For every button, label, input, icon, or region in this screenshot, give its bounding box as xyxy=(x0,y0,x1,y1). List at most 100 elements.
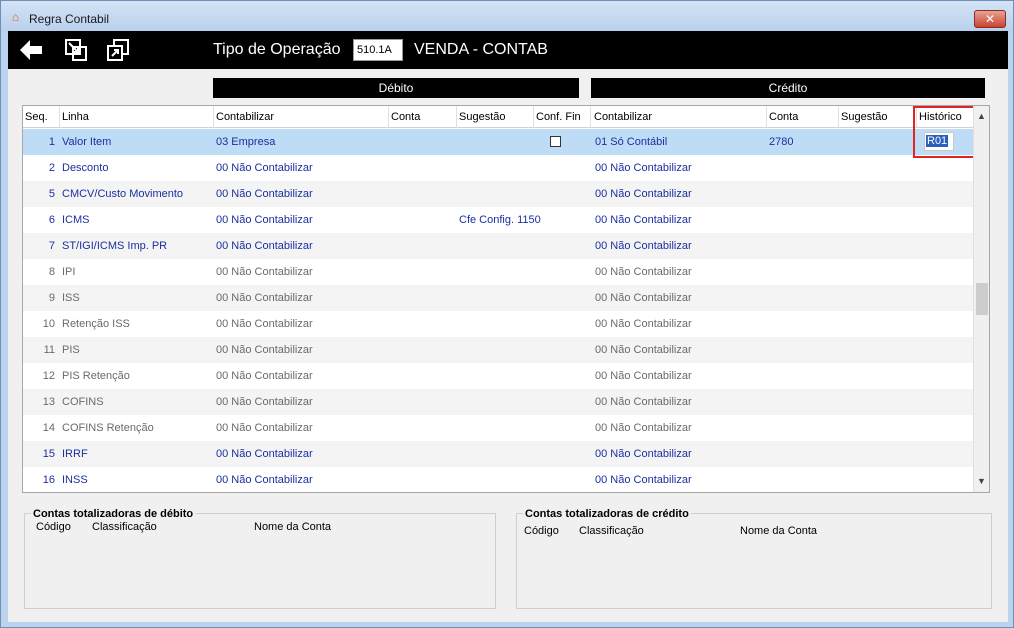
client-area: Tipo de Operação 510.1A VENDA - CONTAB D… xyxy=(8,31,1008,622)
debit-totals-title: Contas totalizadoras de débito xyxy=(31,508,196,520)
column-divider xyxy=(213,106,214,128)
column-divider xyxy=(59,106,60,128)
col-credit-sugestao[interactable]: Sugestão xyxy=(841,111,887,123)
table-row[interactable]: 1 Valor Item 03 Empresa 01 Só Contábil 2… xyxy=(23,129,973,155)
col-debit-contabilizar[interactable]: Contabilizar xyxy=(216,111,274,123)
row-credit-contabilizar[interactable]: 00 Não Contabilizar xyxy=(595,448,692,460)
row-debit-contabilizar[interactable]: 03 Empresa xyxy=(216,136,275,148)
toolbar: Tipo de Operação 510.1A VENDA - CONTAB xyxy=(8,31,1008,69)
row-linha: Retenção ISS xyxy=(62,318,130,330)
column-divider xyxy=(388,106,389,128)
debit-totals-col-classificacao: Classificação xyxy=(92,521,157,533)
row-debit-contabilizar[interactable]: 00 Não Contabilizar xyxy=(216,370,313,382)
row-credit-contabilizar[interactable]: 00 Não Contabilizar xyxy=(595,266,692,278)
rules-grid: Seq. Linha Contabilizar Conta Sugestão C… xyxy=(22,105,990,493)
row-linha: Desconto xyxy=(62,162,109,174)
row-debit-contabilizar[interactable]: 00 Não Contabilizar xyxy=(216,448,313,460)
export-icon[interactable] xyxy=(63,37,89,63)
table-row[interactable]: 10 Retenção ISS 00 Não Contabilizar 00 N… xyxy=(23,311,973,337)
row-linha: ISS xyxy=(62,292,80,304)
table-row[interactable]: 9 ISS 00 Não Contabilizar 00 Não Contabi… xyxy=(23,285,973,311)
title-bar: ⌂ Regra Contabil ✕ xyxy=(1,1,1013,31)
row-credit-contabilizar[interactable]: 00 Não Contabilizar xyxy=(595,292,692,304)
historico-highlight-box xyxy=(913,106,981,158)
row-debit-contabilizar[interactable]: 00 Não Contabilizar xyxy=(216,266,313,278)
row-credit-contabilizar[interactable]: 00 Não Contabilizar xyxy=(595,474,692,486)
row-seq: 5 xyxy=(48,188,55,200)
row-debit-contabilizar[interactable]: 00 Não Contabilizar xyxy=(216,162,313,174)
row-debit-contabilizar[interactable]: 00 Não Contabilizar xyxy=(216,214,313,226)
row-credit-contabilizar[interactable]: 00 Não Contabilizar xyxy=(595,162,692,174)
row-seq: 8 xyxy=(48,266,55,278)
close-button[interactable]: ✕ xyxy=(974,10,1006,28)
back-arrow-icon[interactable] xyxy=(18,37,44,63)
col-conf-fin[interactable]: Conf. Fin xyxy=(536,111,581,123)
table-row[interactable]: 14 COFINS Retenção 00 Não Contabilizar 0… xyxy=(23,415,973,441)
windows-icon[interactable] xyxy=(105,37,131,63)
row-credit-contabilizar[interactable]: 00 Não Contabilizar xyxy=(595,214,692,226)
col-credit-conta[interactable]: Conta xyxy=(769,111,798,123)
row-debit-contabilizar[interactable]: 00 Não Contabilizar xyxy=(216,292,313,304)
debit-totals-col-nome: Nome da Conta xyxy=(254,521,332,533)
row-seq: 15 xyxy=(42,448,55,460)
row-seq: 1 xyxy=(48,136,55,148)
row-credit-contabilizar[interactable]: 00 Não Contabilizar xyxy=(595,396,692,408)
col-debit-sugestao[interactable]: Sugestão xyxy=(459,111,505,123)
row-debit-contabilizar[interactable]: 00 Não Contabilizar xyxy=(216,318,313,330)
row-seq: 11 xyxy=(43,344,55,356)
vertical-scrollbar[interactable]: ▲ ▼ xyxy=(973,106,989,492)
row-credit-contabilizar[interactable]: 01 Só Contábil xyxy=(595,136,667,148)
table-row[interactable]: 13 COFINS 00 Não Contabilizar 00 Não Con… xyxy=(23,389,973,415)
scroll-up-icon[interactable]: ▲ xyxy=(977,111,986,121)
credit-section-header: Crédito xyxy=(591,78,985,98)
col-linha[interactable]: Linha xyxy=(62,111,89,123)
column-divider xyxy=(456,106,457,128)
table-row[interactable]: 5 CMCV/Custo Movimento 00 Não Contabiliz… xyxy=(23,181,973,207)
row-seq: 12 xyxy=(42,370,55,382)
table-row[interactable]: 15 IRRF 00 Não Contabilizar 00 Não Conta… xyxy=(23,441,973,467)
row-debit-contabilizar[interactable]: 00 Não Contabilizar xyxy=(216,422,313,434)
row-credit-contabilizar[interactable]: 00 Não Contabilizar xyxy=(595,240,692,252)
row-debit-contabilizar[interactable]: 00 Não Contabilizar xyxy=(216,474,313,486)
column-divider xyxy=(590,106,591,128)
row-debit-contabilizar[interactable]: 00 Não Contabilizar xyxy=(216,188,313,200)
row-linha: ICMS xyxy=(62,214,90,226)
table-row[interactable]: 16 INSS 00 Não Contabilizar 00 Não Conta… xyxy=(23,467,973,492)
row-seq: 13 xyxy=(42,396,55,408)
debit-section-header: Débito xyxy=(213,78,579,98)
debit-totals-col-codigo: Código xyxy=(36,521,71,533)
row-debit-contabilizar[interactable]: 00 Não Contabilizar xyxy=(216,344,313,356)
app-icon: ⌂ xyxy=(11,10,20,24)
conf-fin-checkbox[interactable] xyxy=(550,136,561,147)
table-row[interactable]: 2 Desconto 00 Não Contabilizar 00 Não Co… xyxy=(23,155,973,181)
row-seq: 14 xyxy=(42,422,55,434)
scroll-down-icon[interactable]: ▼ xyxy=(977,476,986,486)
table-row[interactable]: 11 PIS 00 Não Contabilizar 00 Não Contab… xyxy=(23,337,973,363)
table-row[interactable]: 8 IPI 00 Não Contabilizar 00 Não Contabi… xyxy=(23,259,973,285)
col-debit-conta[interactable]: Conta xyxy=(391,111,420,123)
row-seq: 6 xyxy=(48,214,55,226)
operation-description: VENDA - CONTAB xyxy=(414,41,548,58)
operation-code-field[interactable]: 510.1A xyxy=(353,39,403,61)
row-debit-contabilizar[interactable]: 00 Não Contabilizar xyxy=(216,396,313,408)
row-credit-conta[interactable]: 2780 xyxy=(769,136,793,148)
table-row[interactable]: 6 ICMS 00 Não Contabilizar Cfe Config. 1… xyxy=(23,207,973,233)
row-credit-contabilizar[interactable]: 00 Não Contabilizar xyxy=(595,422,692,434)
row-credit-contabilizar[interactable]: 00 Não Contabilizar xyxy=(595,318,692,330)
row-credit-contabilizar[interactable]: 00 Não Contabilizar xyxy=(595,370,692,382)
row-debit-contabilizar[interactable]: 00 Não Contabilizar xyxy=(216,240,313,252)
row-debit-sugestao: Cfe Config. 1150 xyxy=(459,214,541,226)
row-credit-contabilizar[interactable]: 00 Não Contabilizar xyxy=(595,344,692,356)
row-linha: CMCV/Custo Movimento xyxy=(62,188,184,200)
table-row[interactable]: 12 PIS Retenção 00 Não Contabilizar 00 N… xyxy=(23,363,973,389)
credit-totals-col-classificacao: Classificação xyxy=(579,525,644,537)
table-row[interactable]: 7 ST/IGI/ICMS Imp. PR 00 Não Contabiliza… xyxy=(23,233,973,259)
regra-contabil-window: ⌂ Regra Contabil ✕ Tipo de Operação 510.… xyxy=(0,0,1014,628)
row-linha: COFINS Retenção xyxy=(62,422,154,434)
col-credit-contabilizar[interactable]: Contabilizar xyxy=(594,111,652,123)
col-seq[interactable]: Seq. xyxy=(25,111,48,123)
row-seq: 7 xyxy=(48,240,55,252)
row-linha: Valor Item xyxy=(62,136,112,148)
row-credit-contabilizar[interactable]: 00 Não Contabilizar xyxy=(595,188,692,200)
scroll-thumb[interactable] xyxy=(976,283,988,315)
